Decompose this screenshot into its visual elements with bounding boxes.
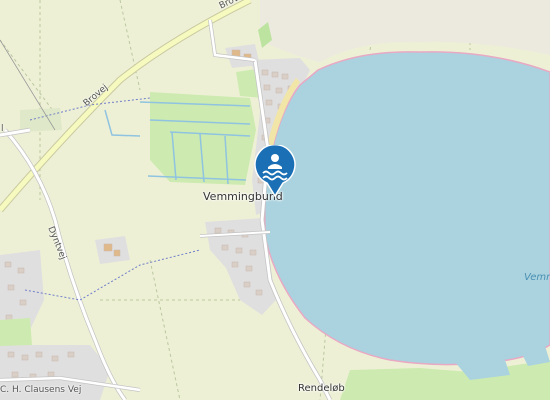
bay-water <box>263 51 550 366</box>
map-view[interactable]: Brovej Brovej Dyntvej C. H. Clausens Vej… <box>0 0 550 400</box>
road-label-left-edge: l <box>1 124 4 134</box>
beach-marker[interactable] <box>254 145 296 197</box>
park-west <box>0 318 32 346</box>
place-label-rendelob: Rendeløb <box>298 383 345 394</box>
water-label: Vemm <box>524 272 550 283</box>
swimming-icon <box>254 145 296 197</box>
road-label-clausens: C. H. Clausens Vej <box>0 385 82 395</box>
